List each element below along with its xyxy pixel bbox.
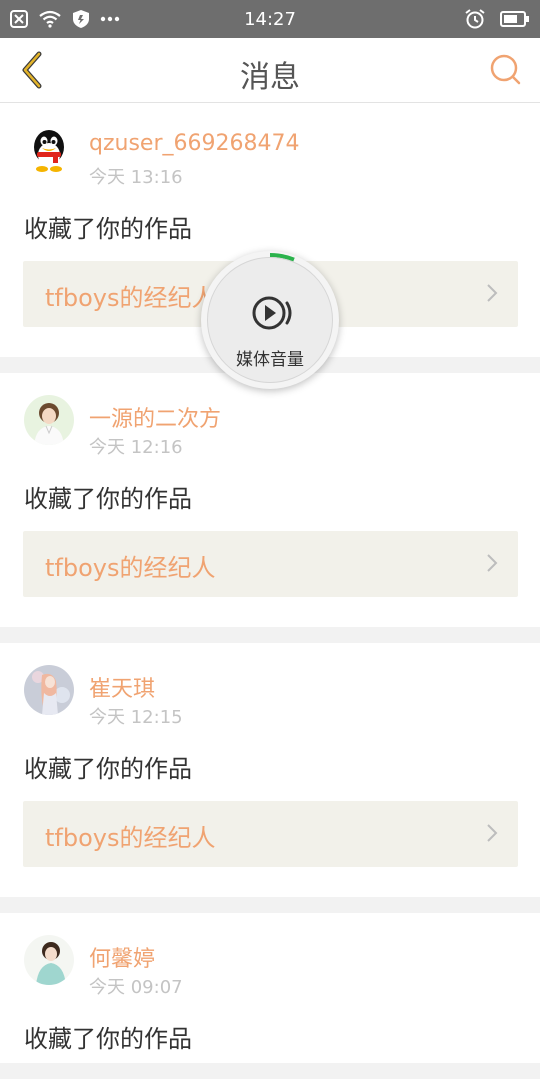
user-photo-avatar (24, 935, 74, 985)
message-time: 今天 12:16 (89, 437, 183, 458)
volume-label: 媒体音量 (236, 350, 304, 370)
status-bar: 14:27 (0, 0, 540, 38)
action-text: 收藏了你的作品 (24, 215, 192, 243)
alarm-icon (464, 8, 486, 30)
message-card: 何馨婷 今天 09:07 收藏了你的作品 (0, 913, 540, 1063)
illustration-avatar (24, 665, 74, 715)
media-volume-icon (252, 296, 292, 330)
work-title: tfboys的经纪人 (45, 554, 216, 582)
battery-icon (500, 10, 530, 28)
status-time: 14:27 (244, 9, 296, 30)
work-link[interactable]: tfboys的经纪人 (23, 801, 518, 867)
username[interactable]: 崔天琪 (89, 671, 155, 703)
chevron-right-icon (487, 284, 498, 302)
message-time: 今天 13:16 (89, 167, 183, 188)
work-title: tfboys的经纪人 (45, 824, 216, 852)
username[interactable]: qzuser_669268474 (89, 131, 299, 156)
chevron-right-icon (487, 824, 498, 842)
action-text: 收藏了你的作品 (24, 485, 192, 513)
username[interactable]: 一源的二次方 (89, 401, 221, 433)
volume-overlay: 媒体音量 (201, 251, 339, 389)
message-time: 今天 12:15 (89, 707, 183, 728)
avatar[interactable] (24, 125, 74, 175)
header-bar: 消息 (0, 38, 540, 103)
qq-penguin-avatar (24, 125, 74, 175)
action-text: 收藏了你的作品 (24, 755, 192, 783)
message-list: qzuser_669268474 今天 13:16 收藏了你的作品 tfboys… (0, 103, 540, 1079)
avatar[interactable] (24, 665, 74, 715)
chevron-right-icon (487, 554, 498, 572)
search-button[interactable] (486, 50, 526, 90)
status-right-icons (464, 8, 530, 30)
message-card: 一源的二次方 今天 12:16 收藏了你的作品 tfboys的经纪人 (0, 373, 540, 627)
username[interactable]: 何馨婷 (89, 941, 155, 973)
message-time: 今天 09:07 (89, 977, 183, 998)
avatar[interactable] (24, 935, 74, 985)
user-photo-avatar (24, 395, 74, 445)
search-icon (490, 54, 521, 85)
page-title: 消息 (240, 60, 300, 95)
avatar[interactable] (24, 395, 74, 445)
work-title: tfboys的经纪人 (45, 284, 216, 312)
work-link[interactable]: tfboys的经纪人 (23, 531, 518, 597)
action-text: 收藏了你的作品 (24, 1025, 192, 1053)
message-card: 崔天琪 今天 12:15 收藏了你的作品 tfboys的经纪人 (0, 643, 540, 897)
